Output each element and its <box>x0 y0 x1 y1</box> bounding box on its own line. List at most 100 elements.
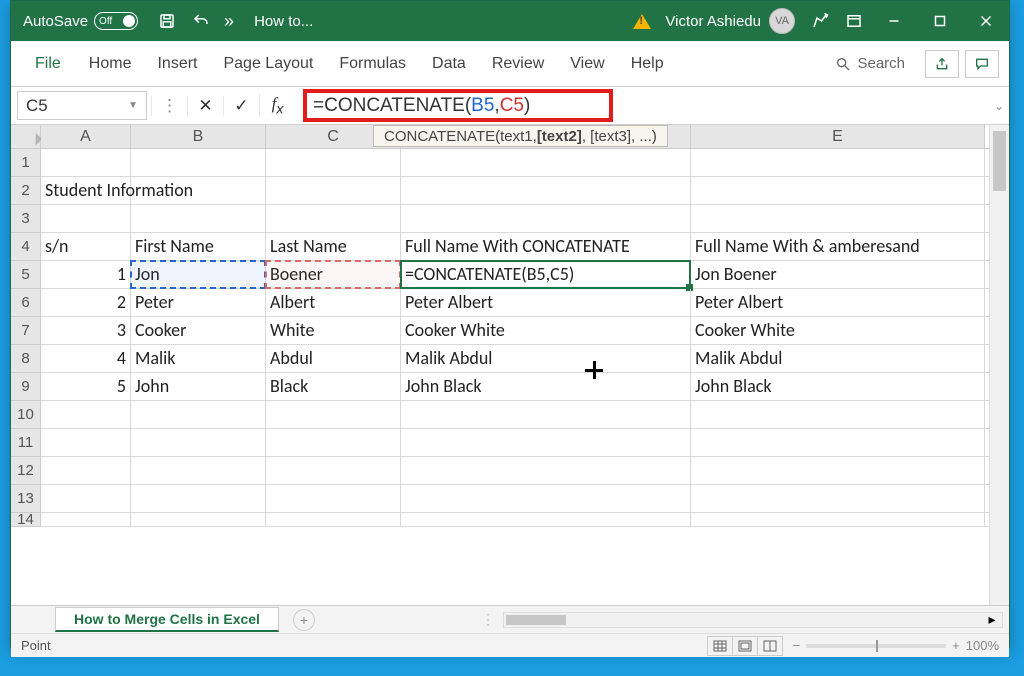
cell-B9[interactable]: John <box>131 373 266 400</box>
row-7[interactable]: 7 <box>11 317 41 345</box>
cell-A6[interactable]: 2 <box>41 289 131 316</box>
cell-D8[interactable]: Malik Abdul <box>401 345 691 372</box>
sheet-nav[interactable] <box>11 616 49 624</box>
cell-D3[interactable] <box>401 205 691 232</box>
cell-C9[interactable]: Black <box>266 373 401 400</box>
cell-C10[interactable] <box>266 401 401 428</box>
cell-D10[interactable] <box>401 401 691 428</box>
minimize-button[interactable] <box>871 1 917 41</box>
cell-B14[interactable] <box>131 513 266 526</box>
cell-E9[interactable]: John Black <box>691 373 985 400</box>
cell-B5[interactable]: Jon <box>131 261 266 288</box>
select-all-corner[interactable] <box>11 125 41 149</box>
cell-D4[interactable]: Full Name With CONCATENATE <box>401 233 691 260</box>
cell-C11[interactable] <box>266 429 401 456</box>
maximize-button[interactable] <box>917 1 963 41</box>
cell-E6[interactable]: Peter Albert <box>691 289 985 316</box>
cell-D12[interactable] <box>401 457 691 484</box>
cell-E7[interactable]: Cooker White <box>691 317 985 344</box>
cell-E12[interactable] <box>691 457 985 484</box>
cell-B13[interactable] <box>131 485 266 512</box>
row-12[interactable]: 12 <box>11 457 41 485</box>
save-icon[interactable] <box>150 1 184 41</box>
comments-button[interactable] <box>965 50 999 78</box>
cell-B2[interactable] <box>131 177 266 204</box>
cell-B3[interactable] <box>131 205 266 232</box>
cell-E11[interactable] <box>691 429 985 456</box>
cell-E1[interactable] <box>691 149 985 176</box>
name-box[interactable]: C5 ▼ <box>17 91 147 120</box>
arrow-left-icon[interactable] <box>19 616 27 624</box>
cell-D2[interactable] <box>401 177 691 204</box>
row-2[interactable]: 2 <box>11 177 41 205</box>
enter-formula-button[interactable]: ✓ <box>223 96 259 116</box>
row-13[interactable]: 13 <box>11 485 41 513</box>
tab-split-grip[interactable]: ⋮ <box>481 611 497 628</box>
cell-D7[interactable]: Cooker White <box>401 317 691 344</box>
cell-A5[interactable]: 1 <box>41 261 131 288</box>
view-normal-icon[interactable] <box>707 636 733 656</box>
tab-help[interactable]: Help <box>619 47 676 81</box>
cell-A1[interactable] <box>41 149 131 176</box>
cell-D5[interactable]: =CONCATENATE(B5,C5) <box>401 261 691 288</box>
tab-insert[interactable]: Insert <box>145 47 209 81</box>
col-E[interactable]: E <box>691 125 985 148</box>
undo-icon[interactable] <box>184 1 218 41</box>
cell-D6[interactable]: Peter Albert <box>401 289 691 316</box>
tab-review[interactable]: Review <box>480 47 556 81</box>
qat-overflow-icon[interactable]: » <box>218 11 240 32</box>
zoom-in-icon[interactable]: + <box>952 638 960 653</box>
cell-C14[interactable] <box>266 513 401 526</box>
cell-E3[interactable] <box>691 205 985 232</box>
zoom-slider[interactable] <box>806 644 946 648</box>
cell-E4[interactable]: Full Name With & amberesand <box>691 233 985 260</box>
cell-B7[interactable]: Cooker <box>131 317 266 344</box>
cell-C12[interactable] <box>266 457 401 484</box>
cell-B8[interactable]: Malik <box>131 345 266 372</box>
cell-E14[interactable] <box>691 513 985 526</box>
new-sheet-button[interactable]: + <box>293 609 315 631</box>
zoom-out-icon[interactable]: − <box>793 638 801 653</box>
close-button[interactable] <box>963 1 1009 41</box>
cell-C8[interactable]: Abdul <box>266 345 401 372</box>
view-page-break-icon[interactable] <box>757 636 783 656</box>
cell-A14[interactable] <box>41 513 131 526</box>
col-B[interactable]: B <box>131 125 266 148</box>
cell-D1[interactable] <box>401 149 691 176</box>
cell-C2[interactable] <box>266 177 401 204</box>
tab-file[interactable]: File <box>21 47 75 81</box>
cell-A8[interactable]: 4 <box>41 345 131 372</box>
cell-D14[interactable] <box>401 513 691 526</box>
cell-E5[interactable]: Jon Boener <box>691 261 985 288</box>
autosave-toggle[interactable]: AutoSave Off <box>11 12 150 30</box>
tab-data[interactable]: Data <box>420 47 478 81</box>
autosave-pill[interactable]: Off <box>94 12 138 30</box>
cell-C13[interactable] <box>266 485 401 512</box>
cell-A13[interactable] <box>41 485 131 512</box>
row-1[interactable]: 1 <box>11 149 41 177</box>
row-8[interactable]: 8 <box>11 345 41 373</box>
hscroll-thumb[interactable] <box>506 615 566 625</box>
formula-input[interactable]: =CONCATENATE(B5,C5) <box>299 87 989 124</box>
row-6[interactable]: 6 <box>11 289 41 317</box>
cell-D9[interactable]: John Black <box>401 373 691 400</box>
cell-C6[interactable]: Albert <box>266 289 401 316</box>
cell-E2[interactable] <box>691 177 985 204</box>
expand-formula-bar-icon[interactable]: ⌄ <box>989 87 1009 124</box>
cell-C4[interactable]: Last Name <box>266 233 401 260</box>
horizontal-scrollbar[interactable]: ▸ <box>503 612 1003 628</box>
row-11[interactable]: 11 <box>11 429 41 457</box>
col-A[interactable]: A <box>41 125 131 148</box>
hscroll-right-icon[interactable]: ▸ <box>984 613 1000 627</box>
cell-B12[interactable] <box>131 457 266 484</box>
cell-A12[interactable] <box>41 457 131 484</box>
cell-E8[interactable]: Malik Abdul <box>691 345 985 372</box>
tab-formulas[interactable]: Formulas <box>327 47 418 81</box>
cell-B1[interactable] <box>131 149 266 176</box>
row-9[interactable]: 9 <box>11 373 41 401</box>
cell-C7[interactable]: White <box>266 317 401 344</box>
row-10[interactable]: 10 <box>11 401 41 429</box>
row-5[interactable]: 5 <box>11 261 41 289</box>
arrow-right-icon[interactable] <box>33 616 41 624</box>
cell-C5[interactable]: Boener <box>266 261 401 288</box>
